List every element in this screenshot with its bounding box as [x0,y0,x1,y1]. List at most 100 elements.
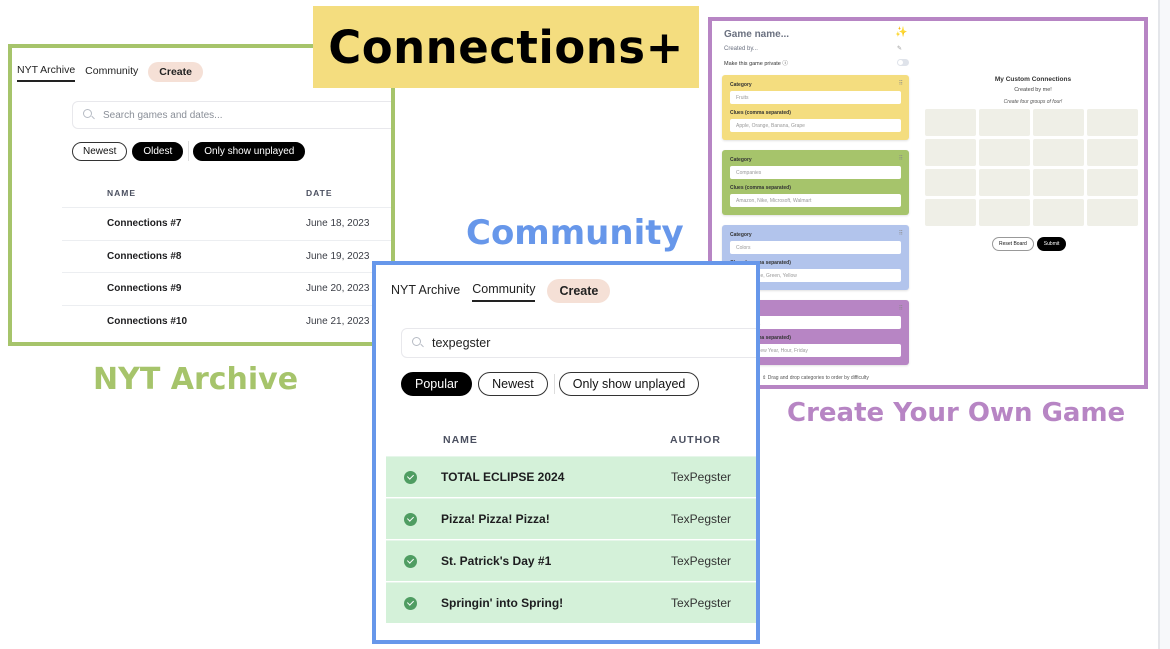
tab-community[interactable]: Community [85,63,138,81]
column-header-date[interactable]: DATE [306,188,333,198]
board-cell[interactable] [1033,199,1084,226]
board-actions: Reset Board Submit [992,237,1069,251]
board-cell[interactable] [1087,169,1138,196]
created-by-input[interactable]: Created by... [724,46,758,52]
category-label: Category [730,157,752,163]
private-label-text: Make this game private [724,61,781,67]
table-row[interactable]: Connections #7 June 18, 2023 [62,207,391,239]
table-row[interactable]: Springin' into Spring! TexPegster [386,582,756,623]
section-label-nyt-archive: NYT Archive [93,362,299,397]
category-label: Category [730,82,752,88]
search-placeholder: Search games and dates... [103,109,223,121]
category-input[interactable]: Companies [730,166,901,179]
board-cell[interactable] [925,169,976,196]
search-value: texpegster [432,336,491,350]
table-row[interactable]: Connections #10 June 21, 2023 [62,305,391,337]
table-row[interactable]: Connections #8 June 19, 2023 [62,240,391,272]
clues-label: Clues (comma separated) [730,185,791,191]
nav-tabs: NYT Archive Community Create [391,279,622,303]
drag-handle-icon[interactable]: ⠿ [899,80,903,87]
sparkle-icon[interactable]: ✨ [895,27,907,38]
private-label: Make this game private ⓘ [724,59,788,67]
title-banner: Connections+ [313,6,699,88]
drag-handle-icon[interactable]: ⠿ [899,155,903,162]
game-name: Pizza! Pizza! Pizza! [441,512,550,526]
game-name: Connections #7 [107,218,182,229]
board-cell[interactable] [979,139,1030,166]
category-label: Category [730,232,752,238]
filter-only-unplayed[interactable]: Only show unplayed [558,372,700,396]
reset-board-button[interactable]: Reset Board [992,237,1034,251]
game-date: June 19, 2023 [306,251,370,262]
check-circle-icon [404,596,417,610]
pencil-icon: ✎ [897,46,903,52]
board-cell[interactable] [1033,139,1084,166]
filter-only-unplayed[interactable]: Only show unplayed [193,141,306,161]
game-author: TexPegster [671,554,732,568]
game-date: June 21, 2023 [306,316,370,327]
board-cell[interactable] [979,199,1030,226]
filter-newest[interactable]: Newest [478,372,548,396]
filter-bar: Popular Newest Only show unplayed [401,372,705,396]
table-row[interactable]: Pizza! Pizza! Pizza! TexPegster [386,498,756,539]
board-instruction: Create four groups of four! [1003,99,1063,105]
info-icon[interactable]: ⓘ [782,61,788,67]
board-cell[interactable] [1033,109,1084,136]
tab-create[interactable]: Create [547,279,611,303]
category-input[interactable]: Colors [730,241,901,254]
tab-community[interactable]: Community [472,280,536,302]
submit-button[interactable]: Submit [1036,237,1067,251]
section-label-create: Create Your Own Game [787,398,1126,428]
category-card[interactable]: ⠿ Category Fruits Clues (comma separated… [722,75,909,140]
search-input[interactable]: Search games and dates... [72,101,391,129]
create-game-screenshot: Game name... ✨ Created by... ✎ Make this… [708,17,1148,389]
drag-handle-icon[interactable]: ⠿ [899,230,903,237]
game-author: TexPegster [671,470,732,484]
category-input[interactable]: Fruits [730,91,901,104]
board-cell[interactable] [979,169,1030,196]
clues-input[interactable]: Apple, Orange, Banana, Grape [730,119,901,132]
game-date: June 20, 2023 [306,283,370,294]
filter-divider [553,374,555,394]
game-name: St. Patrick's Day #1 [441,554,552,568]
page-edge [1158,0,1170,649]
column-header-author[interactable]: AUTHOR [670,434,721,446]
community-screenshot: NYT Archive Community Create texpegster … [372,261,760,644]
nav-tabs: NYT Archive Community Create [17,62,213,82]
table-row[interactable]: Connections #9 June 20, 2023 [62,272,391,304]
table-row[interactable]: St. Patrick's Day #1 TexPegster [386,540,756,581]
category-card[interactable]: ⠿ Category Companies Clues (comma separa… [722,150,909,215]
table-row[interactable]: TOTAL ECLIPSE 2024 TexPegster [386,456,756,497]
tab-nyt-archive[interactable]: NYT Archive [391,281,460,301]
game-name: Connections #10 [107,316,188,327]
filter-oldest[interactable]: Oldest [132,141,184,161]
search-icon [83,109,95,121]
filter-popular[interactable]: Popular [401,372,473,396]
board-cell[interactable] [925,139,976,166]
tab-create[interactable]: Create [148,62,203,82]
board-cell[interactable] [1087,139,1138,166]
column-header-name[interactable]: NAME [443,434,478,446]
game-date: June 18, 2023 [306,218,370,229]
board-cell[interactable] [979,109,1030,136]
clues-input[interactable]: Amazon, Nike, Microsoft, Walmart [730,194,901,207]
search-input[interactable]: texpegster [401,328,756,358]
board-cell[interactable] [925,199,976,226]
filter-newest[interactable]: Newest [72,141,128,161]
board-subtitle: Created by me! [1014,87,1052,93]
game-author: TexPegster [671,512,732,526]
game-name: Connections #9 [107,283,182,294]
tab-nyt-archive[interactable]: NYT Archive [17,62,76,82]
section-label-community: Community [466,213,684,253]
board-cell[interactable] [1087,109,1138,136]
check-circle-icon [404,512,417,526]
board-cell[interactable] [1033,169,1084,196]
drag-handle-icon[interactable]: ⠿ [899,305,903,312]
board-title: My Custom Connections [994,76,1072,83]
check-circle-icon [404,470,417,484]
board-cell[interactable] [925,109,976,136]
column-header-name[interactable]: NAME [107,188,136,198]
board-cell[interactable] [1087,199,1138,226]
private-toggle[interactable] [897,59,909,66]
game-name-input[interactable]: Game name... [724,29,789,40]
